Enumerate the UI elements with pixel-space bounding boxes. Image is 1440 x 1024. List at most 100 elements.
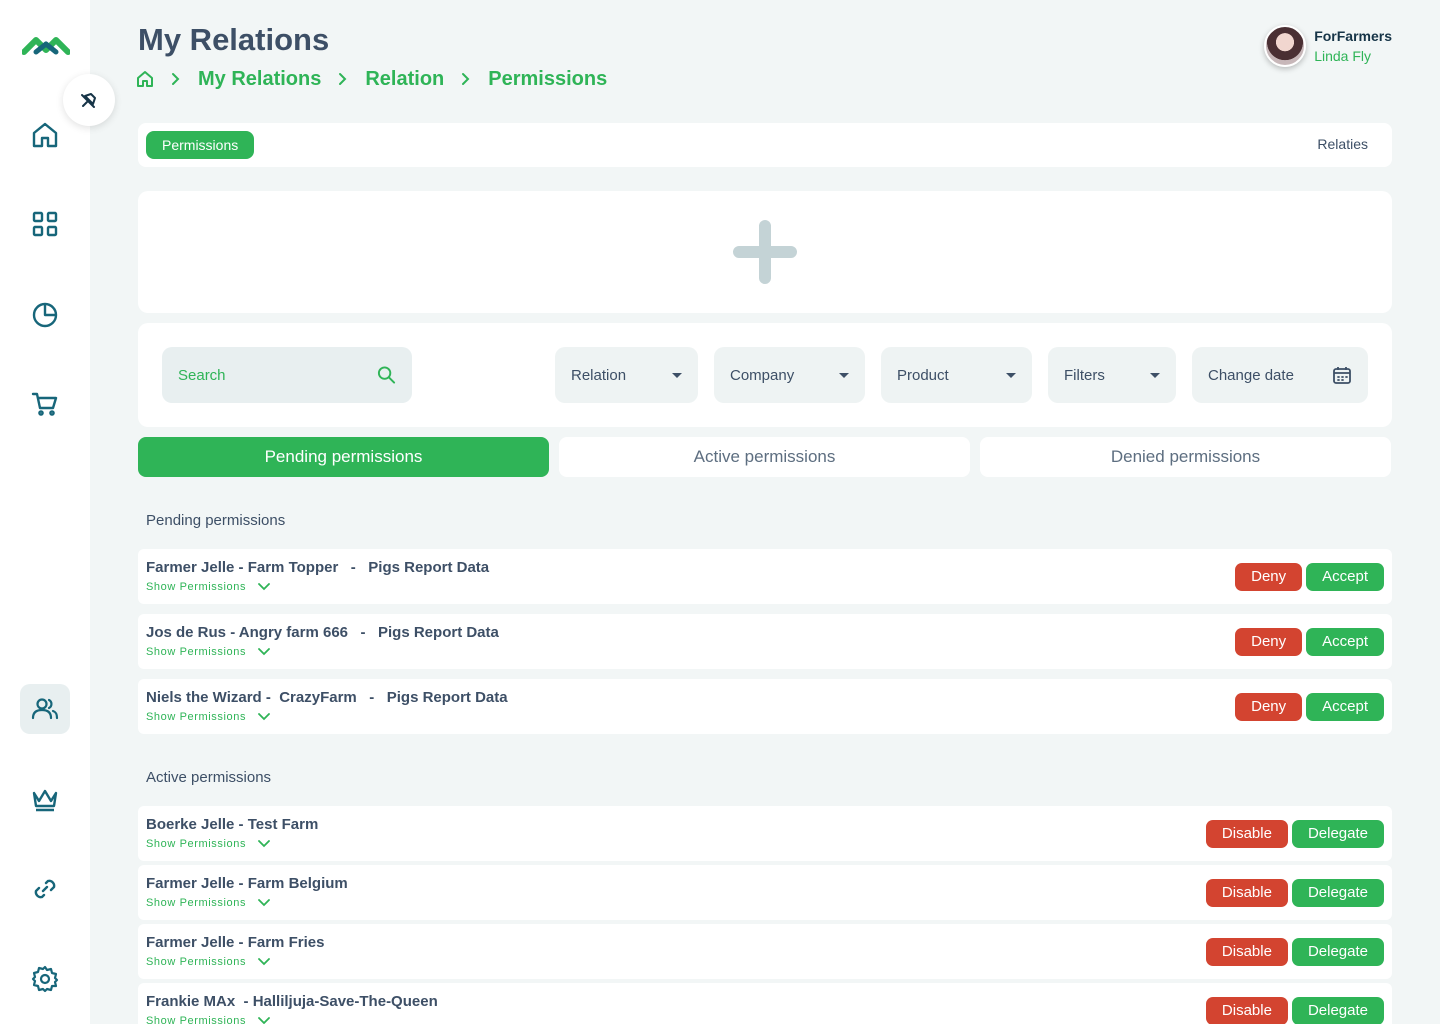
delegate-button[interactable]: Delegate [1291,879,1384,907]
breadcrumb-my-relations[interactable]: My Relations [198,68,321,91]
logo-icon[interactable] [22,30,70,62]
chevron-down-icon [258,583,270,591]
disable-button[interactable]: Disable [1205,997,1288,1024]
deny-button[interactable]: Deny [1235,563,1303,591]
chevron-right-icon [335,71,351,87]
chevron-right-icon [168,71,184,87]
breadcrumb-permissions[interactable]: Permissions [488,68,607,91]
active-row: Farmer Jelle - Farm Fries Show Permissio… [138,924,1392,979]
deny-button[interactable]: Deny [1235,693,1303,721]
search-icon[interactable] [377,365,396,385]
sidebar-item-shop[interactable] [20,379,70,429]
link-icon [34,879,56,899]
delegate-button[interactable]: Delegate [1291,938,1384,966]
caret-down-icon [1150,372,1160,378]
filter-bar: Relation Company Product Filters Change … [138,323,1392,427]
pin-sidebar-button[interactable] [63,74,115,126]
page-title: My Relations [138,22,330,57]
caret-down-icon [672,372,682,378]
sidebar-item-dashboard[interactable] [20,199,70,249]
tab-permissions[interactable]: Permissions [146,131,255,159]
active-row-title: Frankie MAx - Halliljuja-Save-The-Queen [146,993,438,1010]
pending-section-label: Pending permissions [146,512,286,529]
active-row: Boerke Jelle - Test Farm Show Permission… [138,806,1392,861]
disable-button[interactable]: Disable [1205,879,1288,907]
show-permissions-toggle[interactable]: Show Permissions [146,1015,270,1024]
show-permissions-toggle[interactable]: Show Permissions [146,838,270,850]
sidebar-item-home[interactable] [20,110,70,160]
show-permissions-label: Show Permissions [146,581,247,593]
sidebar-item-premium[interactable] [20,774,70,824]
delegate-button[interactable]: Delegate [1291,997,1384,1024]
delegate-button[interactable]: Delegate [1291,820,1384,848]
tab-denied-permissions[interactable]: Denied permissions [980,437,1391,477]
show-permissions-toggle[interactable]: Show Permissions [146,956,270,968]
show-permissions-label: Show Permissions [146,897,247,909]
pending-row: Niels the Wizard - CrazyFarm - Pigs Repo… [138,679,1392,734]
filters-dropdown-label: Filters [1064,366,1105,384]
pending-row-title: Jos de Rus - Angry farm 666 - Pigs Repor… [146,624,499,641]
breadcrumb: My Relations Relation Permissions [136,64,607,94]
sidebar-item-relations[interactable] [20,684,70,734]
sidebar-item-links[interactable] [20,864,70,914]
add-permission-button[interactable] [138,191,1392,313]
relation-dropdown[interactable]: Relation [555,347,698,403]
active-row: Farmer Jelle - Farm Belgium Show Permiss… [138,865,1392,920]
user-name: Linda Fly [1314,48,1371,64]
caret-down-icon [839,372,849,378]
show-permissions-toggle[interactable]: Show Permissions [146,581,270,593]
chevron-right-icon [458,71,474,87]
accept-button[interactable]: Accept [1306,563,1384,591]
active-row-title: Boerke Jelle - Test Farm [146,816,319,833]
product-dropdown-label: Product [897,366,949,384]
accept-button[interactable]: Accept [1306,628,1384,656]
home-icon[interactable] [136,70,154,88]
pin-icon [81,93,96,108]
pending-row: Jos de Rus - Angry farm 666 - Pigs Repor… [138,614,1392,669]
calendar-icon [1333,367,1351,384]
show-permissions-toggle[interactable]: Show Permissions [146,646,270,658]
pie-chart-icon [32,302,58,328]
tab-active-permissions[interactable]: Active permissions [559,437,970,477]
active-section-label: Active permissions [146,769,272,786]
grid-icon [32,211,58,237]
crown-icon [32,789,58,812]
change-date-picker[interactable]: Change date [1192,347,1368,403]
disable-button[interactable]: Disable [1205,820,1288,848]
company-dropdown-label: Company [730,366,795,384]
chevron-down-icon [258,1017,270,1024]
show-permissions-toggle[interactable]: Show Permissions [146,897,270,909]
active-row: Frankie MAx - Halliljuja-Save-The-Queen … [138,983,1392,1024]
pending-row-title: Niels the Wizard - CrazyFarm - Pigs Repo… [146,689,508,706]
sidebar [0,0,90,1024]
caret-down-icon [1006,372,1016,378]
avatar [1264,25,1307,67]
user-profile[interactable]: ForFarmers Linda Fly [1264,25,1392,67]
breadcrumb-relation[interactable]: Relation [365,68,444,91]
show-permissions-label: Show Permissions [146,838,247,850]
tab-relaties[interactable]: Relaties [1317,136,1368,152]
show-permissions-label: Show Permissions [146,956,247,968]
users-icon [31,698,59,720]
filters-dropdown[interactable]: Filters [1048,347,1176,403]
chevron-down-icon [258,899,270,907]
active-row-title: Farmer Jelle - Farm Fries [146,934,325,951]
section-tabs: Permissions Relaties [138,123,1392,167]
cart-icon [31,392,58,416]
deny-button[interactable]: Deny [1235,628,1303,656]
relation-dropdown-label: Relation [571,366,627,384]
sidebar-item-reports[interactable] [20,290,70,340]
company-dropdown[interactable]: Company [714,347,865,403]
tab-pending-permissions[interactable]: Pending permissions [138,437,549,477]
search-input[interactable] [178,366,377,384]
user-company: ForFarmers [1314,28,1392,44]
home-icon [32,122,58,148]
sidebar-item-settings[interactable] [20,954,70,1004]
product-dropdown[interactable]: Product [881,347,1032,403]
active-row-title: Farmer Jelle - Farm Belgium [146,875,348,892]
accept-button[interactable]: Accept [1306,693,1384,721]
show-permissions-label: Show Permissions [146,646,247,658]
show-permissions-toggle[interactable]: Show Permissions [146,711,270,723]
disable-button[interactable]: Disable [1205,938,1288,966]
chevron-down-icon [258,958,270,966]
